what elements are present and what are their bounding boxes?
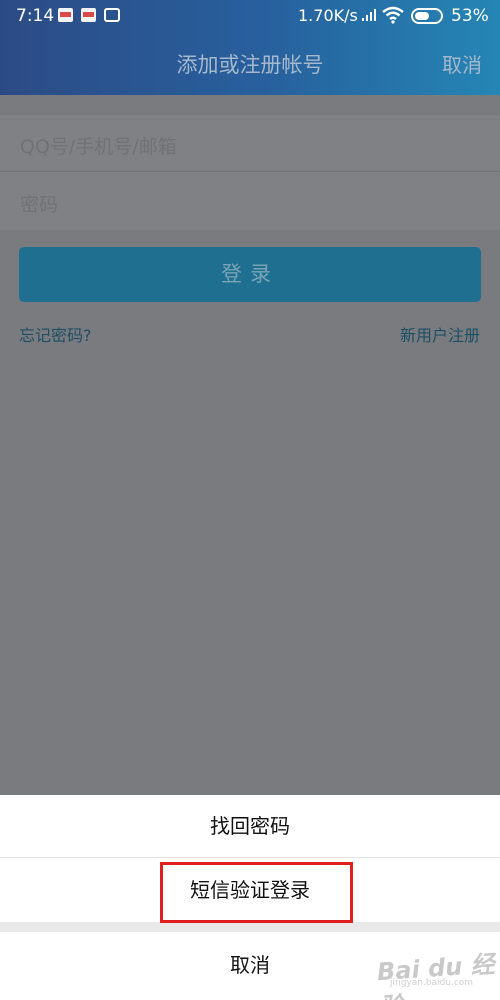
title-bar: 添加或注册帐号 取消: [0, 32, 500, 95]
sheet-divider: [0, 922, 500, 932]
password-field[interactable]: 密码: [0, 173, 500, 230]
status-time: 7:14: [16, 6, 55, 26]
highlight-annotation: [160, 862, 353, 923]
app-icon: [104, 8, 120, 22]
notification-icon: [81, 8, 96, 22]
username-placeholder: QQ号/手机号/邮箱: [20, 136, 177, 158]
notification-icon: [58, 8, 73, 22]
header-cancel-button[interactable]: 取消: [442, 49, 482, 78]
password-placeholder: 密码: [20, 194, 59, 216]
wifi-icon: [382, 6, 404, 24]
top-bar: 7:14 1.70K/s 53% 添加或注册帐号 取消: [0, 0, 500, 95]
watermark-logo: Bai du 经验: [376, 950, 496, 1000]
login-form: QQ号/手机号/邮箱 密码: [0, 115, 500, 230]
watermark-url: jingyan.baidu.com: [390, 978, 474, 988]
forgot-password-link[interactable]: 忘记密码?: [19, 322, 92, 346]
battery-icon: [411, 8, 443, 24]
username-field[interactable]: QQ号/手机号/邮箱: [0, 115, 500, 172]
network-speed: 1.70K/s: [298, 6, 358, 25]
login-button[interactable]: 登录: [19, 247, 481, 302]
find-password-option[interactable]: 找回密码: [0, 795, 500, 858]
signal-icon: [362, 9, 376, 21]
page-title: 添加或注册帐号: [176, 53, 324, 77]
battery-percent: 53%: [451, 6, 489, 26]
register-link[interactable]: 新用户注册: [400, 322, 480, 346]
status-bar: 7:14 1.70K/s 53%: [0, 0, 500, 32]
